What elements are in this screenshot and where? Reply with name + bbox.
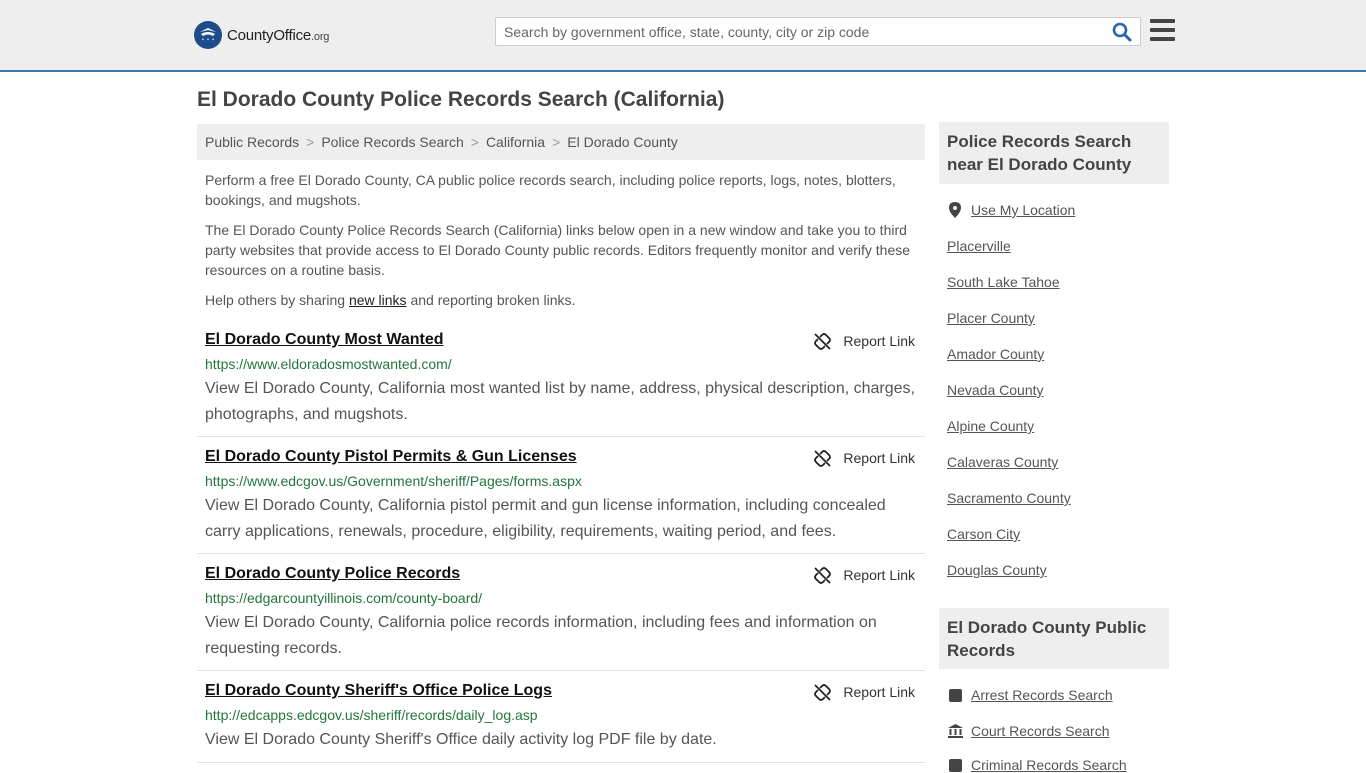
intro-paragraph-3: Help others by sharing new links and rep… — [205, 292, 576, 308]
nearby-link-placer-county[interactable]: Placer County — [947, 310, 1035, 326]
result-url: https://www.eldoradosmostwanted.com/ — [205, 356, 452, 372]
breadcrumb: Public Records > Police Records Search > Cal… — [197, 124, 925, 160]
logo-text: CountyOffice.org — [227, 26, 330, 44]
result-url: http://edcapps.edcgov.us/sheriff/records… — [205, 707, 538, 723]
map-pin-icon — [947, 202, 963, 218]
search-button[interactable] — [1112, 22, 1134, 42]
page-title: El Dorado County Police Records Search (… — [197, 88, 725, 111]
logo-emblem-icon — [194, 21, 222, 49]
chevron-right-icon: > — [552, 134, 561, 150]
criminal-records-link[interactable]: Criminal Records Search — [947, 757, 1127, 773]
sidebar-public-records-heading: El Dorado County Public Records — [939, 608, 1169, 669]
site-logo[interactable]: CountyOffice.org — [194, 20, 329, 50]
hamburger-menu-icon[interactable] — [1150, 19, 1175, 41]
criminal-records-icon — [947, 757, 963, 773]
search-bar — [495, 17, 1141, 46]
nearby-link-douglas-county[interactable]: Douglas County — [947, 562, 1047, 578]
intro-paragraph-1: Perform a free El Dorado County, CA publ… — [205, 172, 896, 208]
result-title-link[interactable]: El Dorado County Police Records — [205, 565, 460, 583]
nearby-link-sacramento-county[interactable]: Sacramento County — [947, 490, 1071, 506]
nearby-link-alpine-county[interactable]: Alpine County — [947, 418, 1034, 434]
result-description: View El Dorado County Sheriff's Office d… — [205, 731, 717, 748]
divider — [197, 762, 925, 763]
breadcrumb-public-records[interactable]: Public Records — [205, 134, 299, 150]
divider — [197, 436, 925, 437]
result-url: https://edgarcountyillinois.com/county-b… — [205, 590, 483, 606]
result-title-link[interactable]: El Dorado County Most Wanted — [205, 331, 444, 349]
result-url: https://www.edcgov.us/Government/sheriff… — [205, 473, 582, 489]
broken-link-icon — [814, 683, 832, 701]
use-my-location-link[interactable]: Use My Location — [947, 202, 1075, 218]
breadcrumb-police-records-search[interactable]: Police Records Search — [321, 134, 463, 150]
result-title-link[interactable]: El Dorado County Sheriff's Office Police… — [205, 682, 552, 700]
result-title-link[interactable]: El Dorado County Pistol Permits & Gun Li… — [205, 448, 577, 466]
broken-link-icon — [814, 449, 832, 467]
result-description: View El Dorado County, California most w… — [205, 380, 915, 423]
sidebar-nearby-heading: Police Records Search near El Dorado Cou… — [939, 122, 1169, 184]
square-icon — [947, 687, 963, 703]
chevron-right-icon: > — [470, 134, 479, 150]
arrest-records-link[interactable]: Arrest Records Search — [947, 687, 1113, 703]
courthouse-icon — [947, 723, 963, 739]
breadcrumb-el-dorado-county[interactable]: El Dorado County — [567, 134, 678, 150]
intro-paragraph-2: The El Dorado County Police Records Sear… — [205, 222, 911, 278]
divider — [197, 553, 925, 554]
site-header: CountyOffice.org — [0, 0, 1366, 72]
chevron-right-icon: > — [306, 134, 315, 150]
court-records-link[interactable]: Court Records Search — [947, 723, 1110, 739]
nearby-link-placerville[interactable]: Placerville — [947, 238, 1011, 254]
report-link-button[interactable]: Report Link — [814, 565, 915, 585]
nearby-link-nevada-county[interactable]: Nevada County — [947, 382, 1044, 398]
search-icon — [1112, 22, 1132, 42]
nearby-link-south-lake-tahoe[interactable]: South Lake Tahoe — [947, 274, 1060, 290]
broken-link-icon — [814, 332, 832, 350]
result-description: View El Dorado County, California pistol… — [205, 497, 886, 540]
report-link-button[interactable]: Report Link — [814, 331, 915, 351]
nearby-link-carson-city[interactable]: Carson City — [947, 526, 1020, 542]
nearby-link-calaveras-county[interactable]: Calaveras County — [947, 454, 1058, 470]
broken-link-icon — [814, 566, 832, 584]
report-link-button[interactable]: Report Link — [814, 448, 915, 468]
divider — [197, 670, 925, 671]
search-input[interactable] — [504, 22, 1104, 42]
result-description: View El Dorado County, California police… — [205, 614, 877, 657]
breadcrumb-california[interactable]: California — [486, 134, 545, 150]
new-links-link[interactable]: new links — [349, 292, 407, 308]
nearby-link-amador-county[interactable]: Amador County — [947, 346, 1044, 362]
report-link-button[interactable]: Report Link — [814, 682, 915, 702]
